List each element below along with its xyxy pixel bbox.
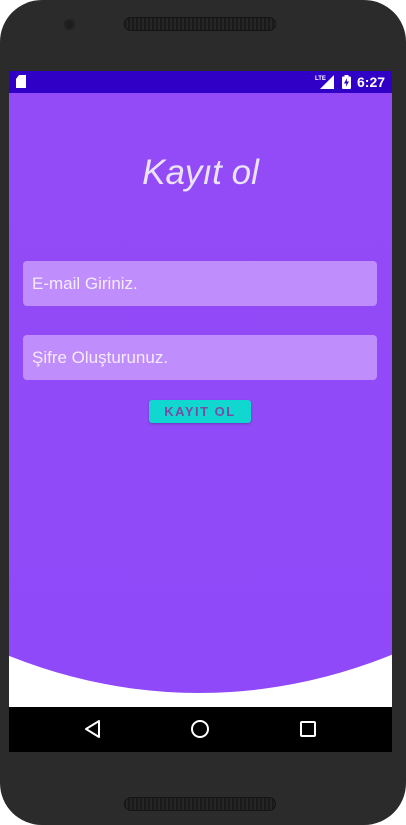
sd-card-icon	[16, 75, 26, 88]
page-title: Kayıt ol	[142, 153, 259, 192]
battery-charging-icon	[342, 75, 351, 89]
top-speaker-grille	[124, 17, 276, 31]
lte-signal-icon: LTE	[315, 75, 334, 89]
navigation-bar	[9, 707, 392, 752]
register-screen: Kayıt ol KAYIT OL	[9, 93, 392, 707]
home-icon[interactable]	[188, 717, 212, 741]
phone-screen: LTE 6:27 Kayıt ol KAYIT OL	[9, 71, 392, 752]
status-clock: 6:27	[357, 74, 386, 90]
status-bar: LTE 6:27	[9, 71, 392, 93]
register-button[interactable]: KAYIT OL	[149, 400, 251, 423]
password-input[interactable]	[23, 335, 377, 380]
bottom-speaker-grille	[124, 797, 276, 811]
recents-icon[interactable]	[296, 717, 320, 741]
phone-frame: LTE 6:27 Kayıt ol KAYIT OL	[0, 0, 406, 825]
email-input[interactable]	[23, 261, 377, 306]
front-camera	[64, 19, 75, 30]
lte-label: LTE	[315, 76, 326, 82]
back-icon[interactable]	[81, 717, 105, 741]
